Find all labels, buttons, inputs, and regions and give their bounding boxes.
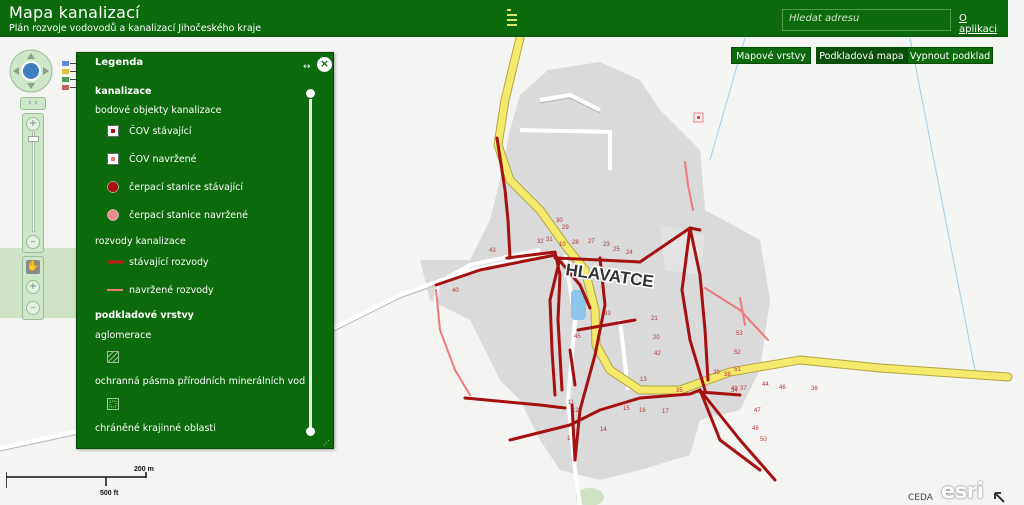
prev-next-extent-control[interactable]: ‹ › bbox=[20, 97, 46, 110]
house-number: 10 bbox=[559, 242, 566, 248]
house-number: 45 bbox=[574, 334, 581, 340]
house-number: 44 bbox=[762, 382, 769, 388]
legend-title: Legenda bbox=[95, 57, 144, 68]
legend-landscape-areas: chráněné krajinné oblasti bbox=[95, 423, 216, 434]
basemap-off-button[interactable]: Vypnout podklad bbox=[907, 47, 993, 64]
map-layers-button[interactable]: Mapové vrstvy bbox=[731, 47, 811, 64]
house-number: 28 bbox=[572, 240, 579, 246]
app-title: Mapa kanalizací bbox=[9, 3, 140, 22]
globe-icon[interactable] bbox=[21, 61, 41, 81]
house-number: 46 bbox=[779, 385, 786, 391]
cov-planned-symbol bbox=[107, 153, 119, 165]
about-link[interactable]: O aplikaci bbox=[959, 13, 1008, 35]
header-bar: Mapa kanalizací Plán rozvoje vodovodů a … bbox=[0, 0, 1008, 37]
scroll-up-icon[interactable] bbox=[306, 89, 315, 98]
house-number: 33 bbox=[604, 311, 611, 317]
house-number: 35 bbox=[676, 388, 683, 394]
house-number: 16 bbox=[639, 408, 646, 414]
legend-dist-existing: stávající rozvody bbox=[129, 257, 209, 268]
legend-protection-zones: ochranná pásma přírodních minerálních vo… bbox=[95, 376, 306, 387]
zoom-box-out-icon[interactable]: – bbox=[26, 301, 40, 315]
house-number: 27 bbox=[588, 239, 595, 245]
house-number: 15 bbox=[623, 406, 630, 412]
resize-grip-icon[interactable]: ⋰ bbox=[323, 439, 330, 447]
app-root: 43 40 30 10 29 28 27 23 25 24 32 31 33 21 20 42 13 11 39 38… bbox=[0, 0, 1024, 505]
house-number: 30 bbox=[556, 218, 563, 224]
house-number: 14 bbox=[600, 427, 607, 433]
zoom-in-icon[interactable]: + bbox=[26, 117, 40, 131]
house-number: 38 bbox=[724, 372, 731, 378]
pan-hand-icon[interactable]: ✋ bbox=[26, 260, 40, 274]
collapse-arrows-icon[interactable]: ↔ bbox=[303, 62, 311, 72]
legend-panel: Legenda ↔ × kanalizace bodové objekty ka… bbox=[76, 52, 334, 449]
existing-line-symbol bbox=[107, 260, 123, 264]
house-number: 42 bbox=[654, 351, 661, 357]
scale-imperial-label: 500 ft bbox=[100, 490, 119, 497]
house-number: 37 bbox=[740, 386, 747, 392]
house-number: 52 bbox=[734, 350, 741, 356]
expand-icon[interactable] bbox=[992, 490, 1007, 505]
house-number: 39 bbox=[713, 370, 720, 376]
agglomeration-symbol bbox=[107, 351, 119, 363]
map-tools: ✋ + – bbox=[22, 256, 44, 320]
house-number: 43 bbox=[489, 248, 496, 254]
legend-pump-existing: čerpací stanice stávající bbox=[129, 182, 244, 193]
house-number: 51 bbox=[734, 367, 741, 373]
protection-zone-symbol bbox=[107, 398, 119, 410]
house-number: 49 bbox=[731, 386, 738, 392]
pump-planned-symbol bbox=[107, 209, 119, 221]
planned-line-symbol bbox=[107, 289, 123, 291]
house-number: 17 bbox=[662, 409, 669, 415]
legend-section-base: podkladové vrstvy bbox=[95, 310, 194, 321]
house-number: 24 bbox=[626, 250, 633, 256]
house-number: 21 bbox=[651, 316, 658, 322]
house-number: 29 bbox=[562, 225, 569, 231]
legend-section-sewer: kanalizace bbox=[95, 86, 152, 97]
house-number: 53 bbox=[736, 331, 743, 337]
address-search-input[interactable]: Hledat adresu bbox=[782, 9, 951, 31]
house-number: 25 bbox=[613, 247, 620, 253]
house-number: 40 bbox=[452, 288, 459, 294]
scroll-down-icon[interactable] bbox=[306, 427, 315, 436]
zoom-handle[interactable] bbox=[28, 136, 39, 142]
house-number: 23 bbox=[603, 242, 610, 248]
cov-existing-symbol bbox=[107, 125, 119, 137]
house-number: 13 bbox=[640, 377, 647, 383]
legend-point-objects: bodové objekty kanalizace bbox=[95, 105, 222, 116]
close-icon[interactable]: × bbox=[317, 57, 332, 72]
house-number: 48 bbox=[752, 426, 759, 432]
legend-distribution: rozvody kanalizace bbox=[95, 236, 186, 247]
scale-bar: 200 m 500 ft bbox=[6, 466, 154, 497]
legend-pump-planned: čerpací stanice navržené bbox=[129, 210, 249, 221]
legend-scrollbar[interactable] bbox=[306, 89, 315, 439]
zoom-slider[interactable]: + – bbox=[22, 113, 44, 253]
house-number: 50 bbox=[760, 437, 767, 443]
house-number: 31 bbox=[546, 237, 553, 243]
legend-dist-planned: navržené rozvody bbox=[129, 285, 214, 296]
scroll-track[interactable] bbox=[309, 99, 312, 431]
pan-control[interactable] bbox=[9, 49, 53, 93]
house-number: 11 bbox=[568, 400, 575, 406]
zoom-out-icon[interactable]: – bbox=[26, 235, 40, 249]
app-subtitle: Plán rozvoje vodovodů a kanalizací Jihoč… bbox=[9, 23, 262, 34]
zoom-track[interactable] bbox=[32, 132, 35, 232]
pump-existing-symbol bbox=[107, 181, 119, 193]
legend-agglomeration: aglomerace bbox=[95, 330, 152, 341]
house-number: 12 bbox=[572, 408, 579, 414]
house-number: 32 bbox=[537, 239, 544, 245]
legend-cov-existing: ČOV stávající bbox=[129, 126, 192, 137]
zoom-box-in-icon[interactable]: + bbox=[26, 280, 40, 294]
planned-wwtp-dot bbox=[697, 116, 700, 119]
scale-metric-label: 200 m bbox=[134, 466, 154, 473]
house-number: 20 bbox=[653, 335, 660, 341]
esri-logo: esri bbox=[941, 479, 984, 503]
menu-list-icon[interactable] bbox=[507, 9, 521, 31]
house-number: 36 bbox=[811, 386, 818, 392]
basemap-button[interactable]: Podkladová mapa bbox=[816, 47, 907, 64]
house-number: 47 bbox=[754, 408, 761, 414]
legend-cov-planned: ČOV navržené bbox=[129, 154, 197, 165]
attribution-text: CEDA bbox=[908, 493, 933, 503]
